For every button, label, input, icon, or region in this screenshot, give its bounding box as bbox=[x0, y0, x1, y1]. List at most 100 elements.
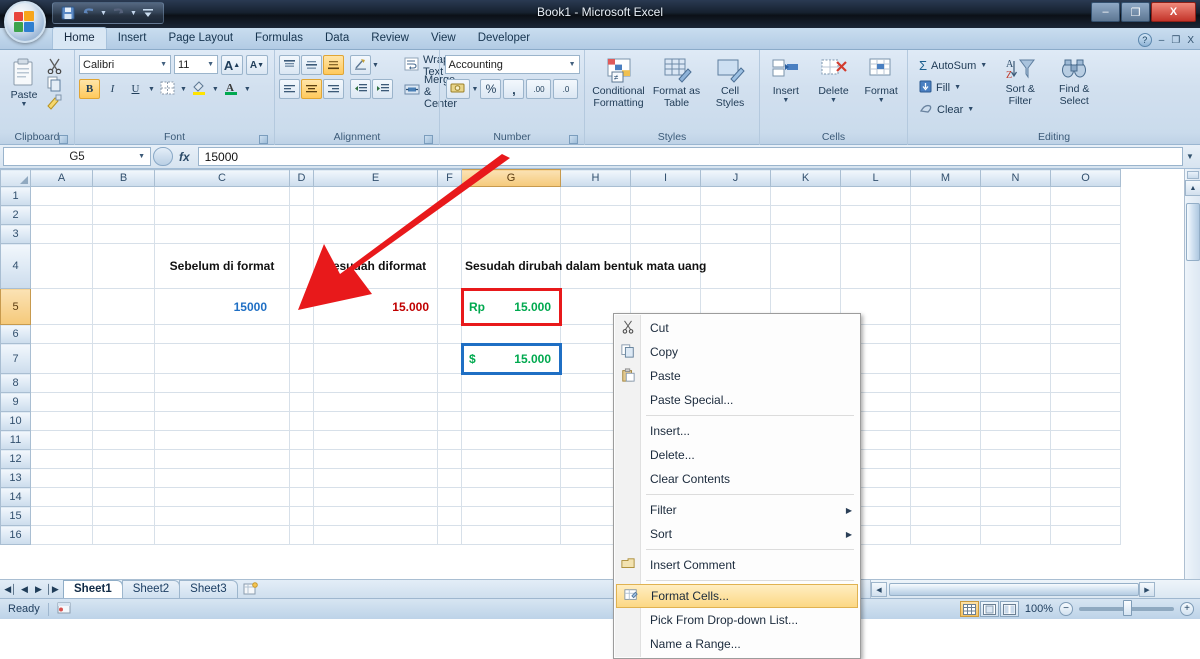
autosum-button[interactable]: Σ AutoSum ▼ bbox=[916, 55, 990, 76]
cell-C15[interactable] bbox=[154, 506, 290, 526]
font-size-dropdown-icon[interactable]: ▼ bbox=[204, 61, 214, 68]
cell-A12[interactable] bbox=[30, 449, 93, 469]
insert-worksheet-icon[interactable] bbox=[237, 582, 264, 596]
row-header-13[interactable]: 13 bbox=[0, 468, 31, 488]
cell-E2[interactable] bbox=[313, 205, 438, 225]
cell-B6[interactable] bbox=[92, 324, 155, 344]
col-header-N[interactable]: N bbox=[980, 169, 1051, 187]
row-header-5[interactable]: 5 bbox=[0, 288, 31, 325]
col-header-H[interactable]: H bbox=[560, 169, 631, 187]
office-button[interactable] bbox=[4, 1, 46, 43]
font-dialog-launcher[interactable] bbox=[259, 135, 268, 144]
cell-A3[interactable] bbox=[30, 224, 93, 244]
fill-color-button[interactable] bbox=[189, 79, 210, 99]
cell-B4[interactable] bbox=[92, 243, 155, 289]
cell-N1[interactable] bbox=[980, 186, 1051, 206]
cell-F15[interactable] bbox=[437, 506, 462, 526]
cell-F10[interactable] bbox=[437, 411, 462, 431]
cell-N12[interactable] bbox=[980, 449, 1051, 469]
cell-E1[interactable] bbox=[313, 186, 438, 206]
row-header-6[interactable]: 6 bbox=[0, 324, 31, 344]
scroll-left-button[interactable]: ◀ bbox=[871, 582, 887, 597]
context-menu-item-paste-special[interactable]: Paste Special... bbox=[614, 388, 860, 412]
cell-G15[interactable] bbox=[461, 506, 561, 526]
cell-N4[interactable] bbox=[980, 243, 1051, 289]
cell-G16[interactable] bbox=[461, 525, 561, 545]
cell-B2[interactable] bbox=[92, 205, 155, 225]
underline-dropdown-icon[interactable]: ▼ bbox=[148, 86, 155, 93]
align-bottom-button[interactable] bbox=[323, 55, 344, 75]
row-header-14[interactable]: 14 bbox=[0, 487, 31, 507]
row-header-11[interactable]: 11 bbox=[0, 430, 31, 450]
page-layout-view-button[interactable] bbox=[979, 601, 999, 617]
borders-dropdown-icon[interactable]: ▼ bbox=[180, 86, 187, 93]
cell-C7[interactable] bbox=[154, 343, 290, 374]
cell-F4[interactable] bbox=[437, 243, 462, 289]
cell-C4[interactable]: Sebelum di format bbox=[154, 243, 290, 289]
cell-F8[interactable] bbox=[437, 373, 462, 393]
row-header-12[interactable]: 12 bbox=[0, 449, 31, 469]
cell-D10[interactable] bbox=[289, 411, 314, 431]
cell-A16[interactable] bbox=[30, 525, 93, 545]
tab-developer[interactable]: Developer bbox=[467, 28, 541, 49]
number-format-select[interactable]: Accounting ▼ bbox=[444, 55, 580, 74]
cell-E11[interactable] bbox=[313, 430, 438, 450]
minimize-button[interactable]: – bbox=[1091, 2, 1120, 22]
cell-H1[interactable] bbox=[560, 186, 631, 206]
align-right-button[interactable] bbox=[323, 79, 344, 99]
cell-A10[interactable] bbox=[30, 411, 93, 431]
paste-dropdown-icon[interactable]: ▼ bbox=[21, 101, 28, 108]
cell-E5[interactable]: 15.000 bbox=[313, 288, 438, 325]
cell-O8[interactable] bbox=[1050, 373, 1121, 393]
grow-font-button[interactable]: A ▲ bbox=[221, 55, 243, 75]
cell-O12[interactable] bbox=[1050, 449, 1121, 469]
cell-N10[interactable] bbox=[980, 411, 1051, 431]
cell-J4[interactable] bbox=[700, 243, 771, 289]
cell-G4[interactable]: Sesudah dirubah dalam bentuk mata uang bbox=[461, 243, 706, 289]
decrease-indent-button[interactable] bbox=[350, 79, 371, 99]
clear-dropdown-icon[interactable]: ▼ bbox=[967, 106, 974, 113]
tab-page-layout[interactable]: Page Layout bbox=[157, 28, 244, 49]
col-header-D[interactable]: D bbox=[289, 169, 314, 187]
cell-E7[interactable] bbox=[313, 343, 438, 374]
cell-H2[interactable] bbox=[560, 205, 631, 225]
cell-A14[interactable] bbox=[30, 487, 93, 507]
format-cells-ribbon-button[interactable]: Format ▼ bbox=[859, 55, 903, 104]
cell-A8[interactable] bbox=[30, 373, 93, 393]
cell-N3[interactable] bbox=[980, 224, 1051, 244]
cell-K4[interactable] bbox=[770, 243, 841, 289]
cell-G11[interactable] bbox=[461, 430, 561, 450]
zoom-slider[interactable] bbox=[1079, 600, 1174, 616]
font-name-input[interactable]: Calibri ▼ bbox=[79, 55, 171, 74]
cell-F2[interactable] bbox=[437, 205, 462, 225]
cell-D3[interactable] bbox=[289, 224, 314, 244]
context-menu-item-filter[interactable]: Filter ▶ bbox=[614, 498, 860, 522]
cell-G3[interactable] bbox=[461, 224, 561, 244]
cell-G8[interactable] bbox=[461, 373, 561, 393]
formula-input[interactable]: 15000 bbox=[197, 147, 1183, 166]
cell-N5[interactable] bbox=[980, 288, 1051, 325]
cell-N7[interactable] bbox=[980, 343, 1051, 374]
cell-D13[interactable] bbox=[289, 468, 314, 488]
cell-A11[interactable] bbox=[30, 430, 93, 450]
cell-B3[interactable] bbox=[92, 224, 155, 244]
next-sheet-button[interactable]: ▶ bbox=[32, 584, 45, 595]
cell-M9[interactable] bbox=[910, 392, 981, 412]
cell-M13[interactable] bbox=[910, 468, 981, 488]
cell-A5[interactable] bbox=[30, 288, 93, 325]
last-sheet-button[interactable]: │▶ bbox=[46, 584, 59, 595]
cell-C8[interactable] bbox=[154, 373, 290, 393]
cell-F5[interactable] bbox=[437, 288, 462, 325]
delete-cells-dropdown-icon[interactable]: ▼ bbox=[830, 97, 837, 104]
cell-M6[interactable] bbox=[910, 324, 981, 344]
cut-icon[interactable] bbox=[46, 58, 63, 74]
cell-B16[interactable] bbox=[92, 525, 155, 545]
orientation-button[interactable] bbox=[350, 55, 371, 75]
first-sheet-button[interactable]: ◀│ bbox=[4, 584, 17, 595]
format-cells-dropdown-icon[interactable]: ▼ bbox=[878, 97, 885, 104]
zoom-in-button[interactable]: + bbox=[1180, 602, 1194, 616]
context-menu-item-clear-contents[interactable]: Clear Contents bbox=[614, 467, 860, 491]
cell-F16[interactable] bbox=[437, 525, 462, 545]
undo-dropdown-icon[interactable]: ▼ bbox=[100, 10, 107, 17]
cell-M11[interactable] bbox=[910, 430, 981, 450]
